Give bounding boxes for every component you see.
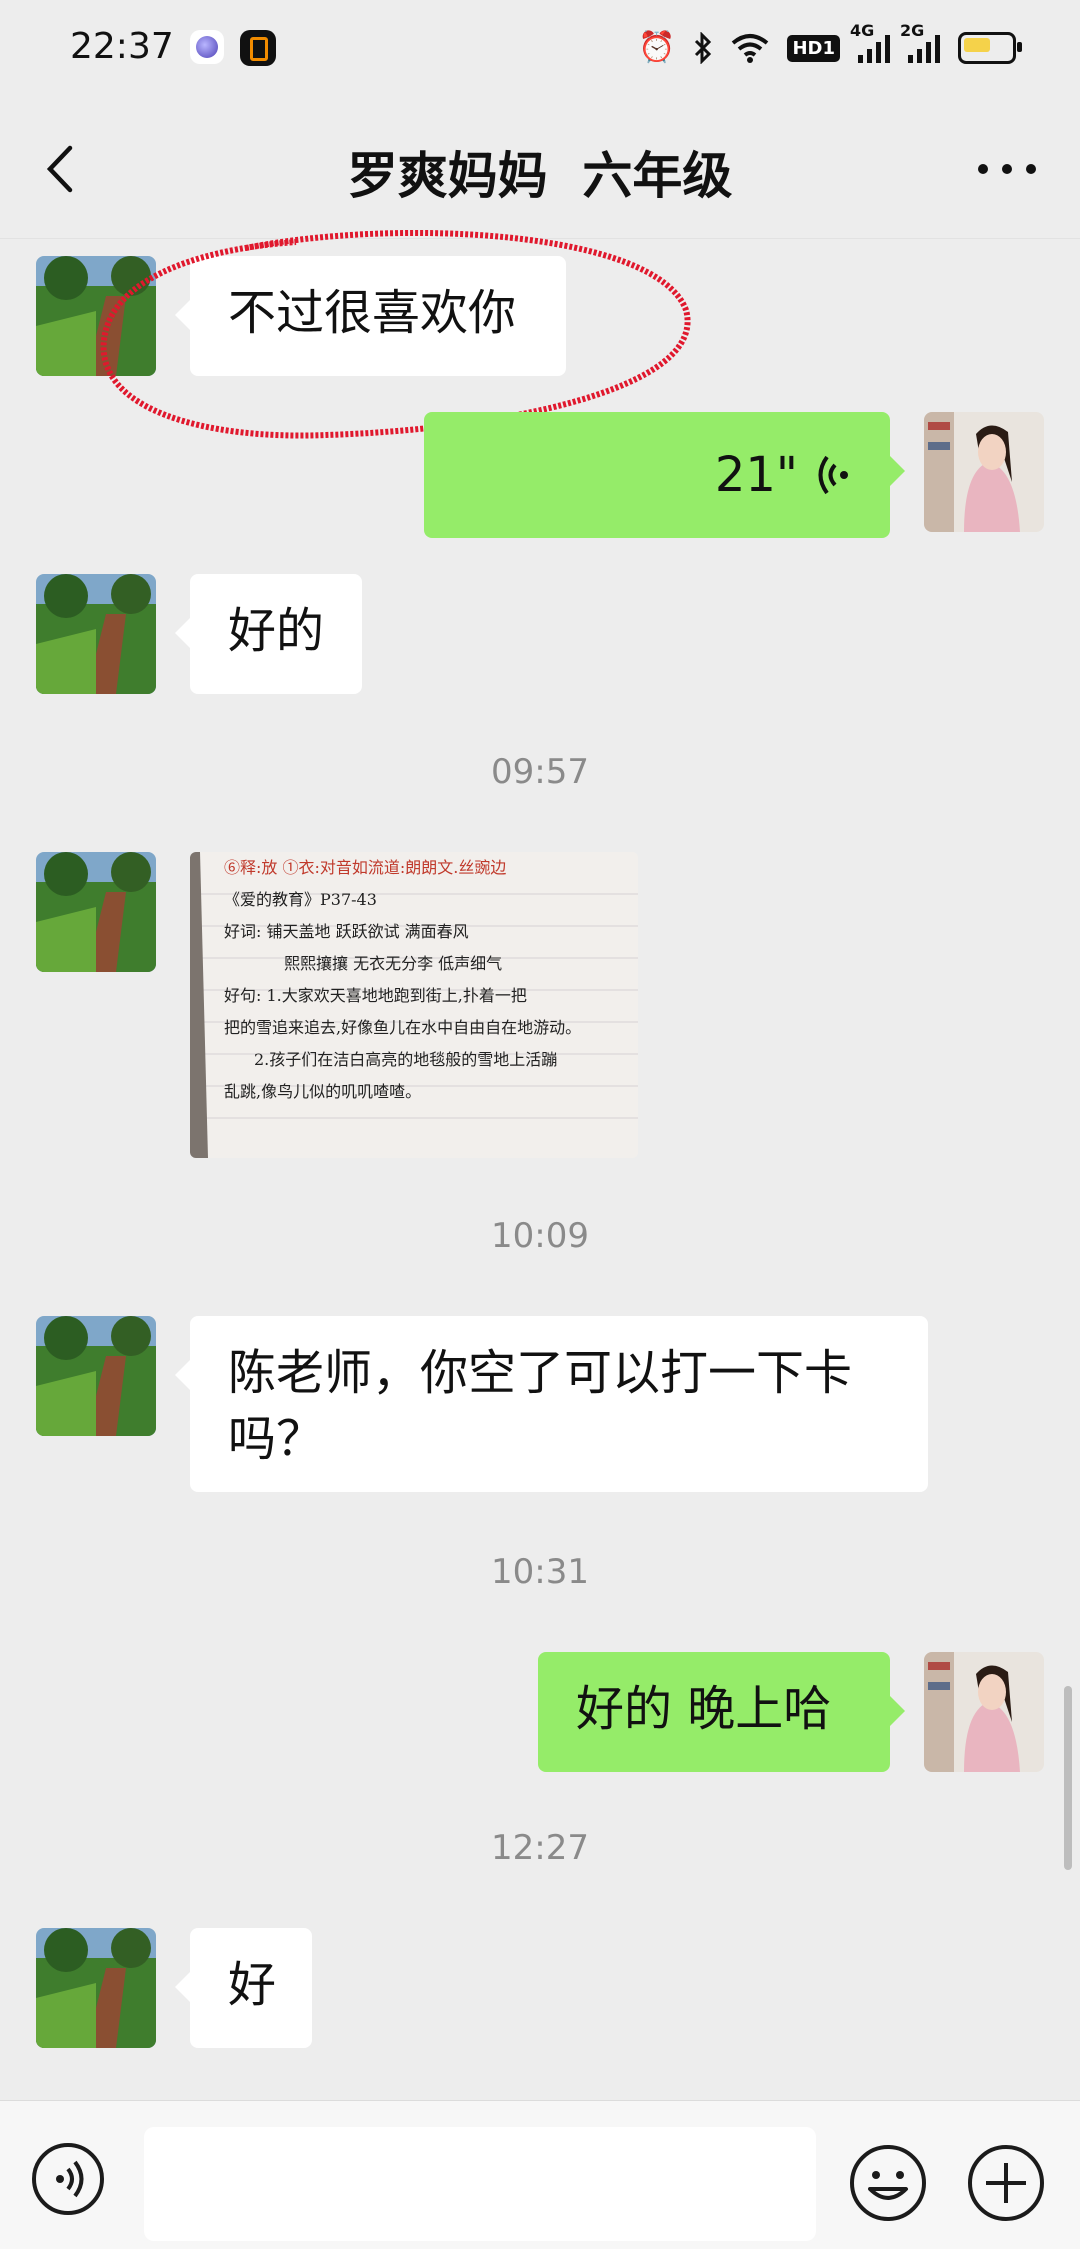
app-notification-icon-2 [240, 30, 276, 66]
more-dots-icon[interactable] [978, 164, 1036, 174]
battery-icon [958, 32, 1022, 64]
timestamp: 12:27 [491, 1828, 589, 1868]
signal-icon-2g: 2G [900, 21, 940, 63]
my-avatar[interactable] [924, 1652, 1044, 1772]
wifi-icon [732, 34, 769, 63]
emoji-icon[interactable] [848, 2143, 928, 2223]
voice-input-icon[interactable] [32, 2143, 104, 2215]
contact-avatar[interactable] [36, 1928, 156, 2048]
timestamp: 09:57 [491, 752, 589, 792]
contact-avatar[interactable] [36, 574, 156, 694]
status-icons: ⏰ HD1 4G 2G [638, 21, 1022, 72]
message-bubble[interactable]: 好的 [175, 574, 362, 694]
timestamp: 10:09 [491, 1216, 589, 1256]
note-line: 好句: 1.大家欢天喜地地跑到街上,扑着一把 [224, 986, 527, 1005]
chat-header: 罗爽妈妈 六年级 [0, 96, 1080, 239]
scrollbar[interactable] [1064, 1686, 1072, 1870]
alarm-icon: ⏰ [638, 30, 676, 65]
note-line: 2.孩子们在洁白高亮的地毯般的雪地上活蹦 [254, 1050, 558, 1069]
plus-icon[interactable] [966, 2143, 1046, 2223]
note-line: 熙熙攘攘 无衣无分李 低声细气 [284, 954, 503, 973]
network-label-2: 2G [900, 21, 925, 40]
contact-avatar[interactable] [36, 1316, 156, 1436]
message-bubble[interactable]: 好 [175, 1928, 312, 2048]
input-bar [0, 2100, 1080, 2249]
message-bubble-self[interactable]: 好的 晚上哈 [538, 1652, 905, 1772]
status-bar: 22:37 ⏰ HD1 4G 2G [0, 0, 1080, 96]
network-label: 4G [850, 21, 875, 40]
app-notification-icon [190, 30, 224, 64]
chat-title: 罗爽妈妈 六年级 [347, 147, 733, 205]
my-avatar[interactable] [924, 412, 1044, 532]
message-bubble[interactable]: 陈老师，你空了可以打一下卡吗？ [175, 1316, 928, 1492]
contact-avatar[interactable] [36, 852, 156, 972]
voice-wave-icon [818, 455, 848, 495]
note-line: 乱跳,像鸟儿似的叽叽喳喳。 [224, 1082, 422, 1101]
status-time: 22:37 [70, 26, 174, 67]
bluetooth-icon [695, 32, 712, 64]
image-message[interactable]: ⑥释:放 ①衣:对音如流道:朗朗文.丝豌边 《爱的教育》P37-43 好词: 铺… [190, 852, 638, 1158]
timestamp: 10:31 [491, 1552, 589, 1592]
voice-duration: 21" [714, 447, 798, 503]
signal-icon-4g: 4G [850, 21, 890, 63]
message-input[interactable] [144, 2127, 816, 2241]
voice-message-bubble[interactable]: 21" [424, 412, 905, 538]
note-line: ⑥释:放 ①衣:对音如流道:朗朗文.丝豌边 [224, 858, 507, 877]
note-line: 《爱的教育》P37-43 [224, 890, 377, 909]
note-line: 好词: 铺天盖地 跃跃欲试 满面春风 [224, 922, 469, 941]
hd-badge: HD1 [787, 34, 840, 62]
note-line: 把的雪追来追去,好像鱼儿在水中自由自在地游动。 [224, 1018, 582, 1037]
